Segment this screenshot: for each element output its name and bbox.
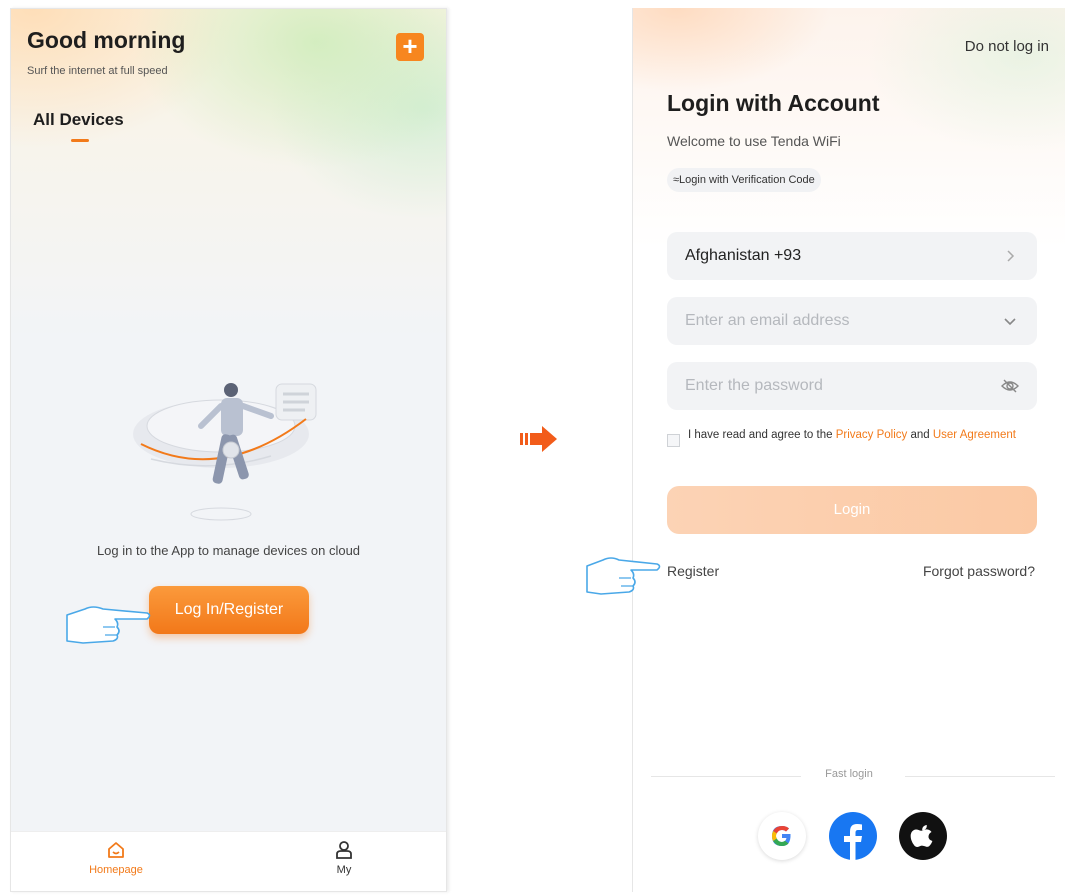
agreement-text: I have read and agree to the Privacy Pol… bbox=[688, 428, 1033, 443]
facebook-icon bbox=[844, 824, 862, 860]
fast-login-label: Fast login bbox=[825, 768, 873, 780]
pointing-hand-icon bbox=[66, 606, 151, 644]
homepage-screen: Good morning Surf the internet at full s… bbox=[10, 8, 447, 892]
forgot-password-link[interactable]: Forgot password? bbox=[923, 563, 1035, 579]
next-step-arrow-icon bbox=[520, 426, 557, 452]
register-link[interactable]: Register bbox=[667, 563, 719, 579]
login-screen: Do not log in Login with Account Welcome… bbox=[632, 8, 1065, 892]
country-code-select[interactable]: Afghanistan +93 bbox=[667, 232, 1037, 280]
password-placeholder: Enter the password bbox=[685, 377, 823, 394]
add-device-button[interactable]: + bbox=[396, 33, 424, 61]
nav-my[interactable]: My bbox=[299, 840, 389, 876]
nav-my-label: My bbox=[336, 864, 352, 876]
nav-homepage-label: Homepage bbox=[89, 864, 143, 876]
pointing-hand-icon bbox=[586, 557, 661, 595]
facebook-login-button[interactable] bbox=[829, 812, 877, 860]
greeting-title: Good morning bbox=[27, 27, 186, 53]
page-title: Login with Account bbox=[667, 90, 880, 116]
google-icon bbox=[772, 826, 791, 846]
email-field[interactable]: Enter an email address bbox=[667, 297, 1037, 345]
empty-state-message: Log in to the App to manage devices on c… bbox=[96, 543, 361, 558]
password-field[interactable]: Enter the password bbox=[667, 362, 1037, 410]
cloud-login-illustration bbox=[133, 383, 317, 521]
tab-all-devices[interactable]: All Devices bbox=[33, 110, 124, 130]
chevron-right-icon bbox=[1007, 250, 1015, 262]
skip-login-link[interactable]: Do not log in bbox=[965, 38, 1049, 55]
header-background bbox=[11, 9, 446, 339]
apple-login-button[interactable] bbox=[899, 812, 947, 860]
email-placeholder: Enter an email address bbox=[685, 312, 850, 329]
plus-icon: + bbox=[402, 31, 418, 61]
agreement-prefix: I have read and agree to the bbox=[688, 429, 836, 441]
country-code-value: Afghanistan +93 bbox=[685, 247, 802, 264]
user-icon bbox=[336, 841, 352, 859]
apple-icon bbox=[910, 825, 933, 848]
bottom-navigation: Homepage My bbox=[11, 831, 446, 891]
nav-homepage[interactable]: Homepage bbox=[71, 840, 161, 876]
home-icon bbox=[108, 842, 124, 858]
user-agreement-link[interactable]: User Agreement bbox=[933, 429, 1016, 441]
login-register-button[interactable]: Log In/Register bbox=[149, 586, 309, 634]
verification-code-login-toggle[interactable]: ≈Login with Verification Code bbox=[667, 168, 821, 192]
eye-off-icon[interactable] bbox=[1001, 377, 1019, 395]
google-login-button[interactable] bbox=[758, 812, 806, 860]
agreement-checkbox[interactable] bbox=[667, 434, 680, 447]
greeting-subtitle: Surf the internet at full speed bbox=[27, 65, 168, 77]
tab-active-indicator bbox=[71, 139, 89, 142]
chevron-down-icon[interactable] bbox=[1001, 312, 1019, 330]
welcome-text: Welcome to use Tenda WiFi bbox=[667, 133, 841, 149]
login-button[interactable]: Login bbox=[667, 486, 1037, 534]
privacy-policy-link[interactable]: Privacy Policy bbox=[836, 429, 908, 441]
agreement-and: and bbox=[907, 429, 933, 441]
